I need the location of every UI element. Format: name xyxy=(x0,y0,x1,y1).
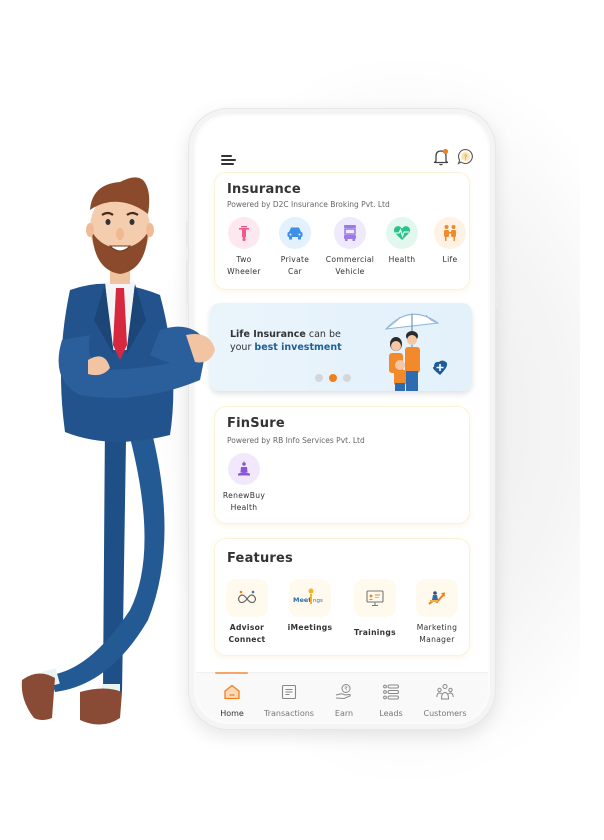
svg-text:?: ? xyxy=(464,153,468,161)
feature-marketing-manager[interactable]: Marketing Manager xyxy=(407,579,467,646)
car-icon xyxy=(279,217,311,249)
finsure-item-label: RenewBuy Health xyxy=(222,491,266,512)
insurance-card: Insurance Powered by D2C Insurance Broki… xyxy=(214,172,470,290)
carousel-dot[interactable] xyxy=(315,374,323,382)
promo-banner-carousel[interactable]: Life Insurance can be your best investme… xyxy=(210,303,472,391)
insurance-item-label: Private Car xyxy=(280,255,310,276)
banner-text: Life Insurance can be your best investme… xyxy=(230,329,342,353)
mascot-shoe xyxy=(21,673,55,720)
imeetings-logo-icon: Meet ngs xyxy=(289,579,331,617)
insurance-subtitle: Powered by D2C Insurance Broking Pvt. Lt… xyxy=(227,200,390,209)
finsure-renewbuy-health[interactable]: RenewBuy Health xyxy=(214,453,274,514)
help-chat-icon[interactable]: ? xyxy=(457,148,474,165)
insurance-item-label: Commercial Vehicle xyxy=(325,255,375,276)
family-umbrella-illustration xyxy=(384,312,448,391)
home-icon xyxy=(224,684,240,700)
hamburger-menu-icon[interactable] xyxy=(221,155,237,165)
people-group-icon xyxy=(436,684,454,700)
rupee-hand-icon: ₹ xyxy=(335,684,351,700)
phone-frame: ? Insurance Powered by D2C Insurance Bro… xyxy=(186,108,498,730)
feature-advisor-connect[interactable]: Advisor Connect xyxy=(217,579,277,646)
presentation-board-icon xyxy=(354,579,396,617)
businessman-mascot-illustration xyxy=(21,177,215,725)
feature-imeetings[interactable]: Meet ngs iMeetings xyxy=(280,579,340,634)
feature-label: Advisor Connect xyxy=(228,623,266,644)
meditation-icon xyxy=(228,453,260,485)
family-icon xyxy=(434,217,466,249)
top-bar: ? xyxy=(196,144,488,170)
svg-text:ngs: ngs xyxy=(313,598,323,604)
insurance-title: Insurance xyxy=(227,182,301,197)
mascot-shoe xyxy=(80,688,122,725)
nav-label: Leads xyxy=(379,709,403,718)
insurance-private-car[interactable]: Private Car xyxy=(265,217,325,278)
nav-leads[interactable]: Leads xyxy=(361,683,421,718)
finsure-subtitle: Powered by RB Info Services Pvt. Ltd xyxy=(227,436,365,445)
heart-pulse-icon xyxy=(386,217,418,249)
carousel-dot[interactable] xyxy=(343,374,351,382)
nav-customers[interactable]: Customers xyxy=(415,683,475,718)
svg-text:Meet: Meet xyxy=(293,596,311,604)
truck-icon xyxy=(334,217,366,249)
bottom-navigation: Home Transactions ₹ Earn Leads Customers xyxy=(196,672,488,722)
scooter-icon xyxy=(228,217,260,249)
finsure-title: FinSure xyxy=(227,416,285,431)
feature-label: Marketing Manager xyxy=(416,623,458,644)
insurance-item-label: Life xyxy=(442,255,458,264)
nav-transactions[interactable]: Transactions xyxy=(259,683,319,718)
insurance-commercial-vehicle[interactable]: Commercial Vehicle xyxy=(320,217,380,278)
notification-dot xyxy=(442,148,449,155)
finsure-card: FinSure Powered by RB Info Services Pvt.… xyxy=(214,406,470,524)
insurance-life[interactable]: Life xyxy=(420,217,480,266)
bell-icon[interactable] xyxy=(433,148,449,166)
carousel-dot-active[interactable] xyxy=(329,374,337,382)
carousel-dots xyxy=(315,374,351,382)
phone-power-button xyxy=(495,249,498,309)
feature-label: iMeetings xyxy=(287,623,333,632)
feature-label: Trainings xyxy=(354,628,396,637)
nav-label: Customers xyxy=(423,709,467,718)
document-list-icon xyxy=(281,684,297,700)
features-card: Features Advisor Connect Meet ngs iMeeting… xyxy=(214,538,470,656)
nav-label: Transactions xyxy=(264,709,314,718)
feature-trainings[interactable]: Trainings xyxy=(345,579,405,639)
growth-chart-icon xyxy=(416,579,458,617)
app-screen: ? Insurance Powered by D2C Insurance Bro… xyxy=(196,116,488,722)
features-title: Features xyxy=(227,551,293,566)
advisor-connect-icon xyxy=(226,579,268,617)
list-icon xyxy=(383,684,399,700)
svg-text:₹: ₹ xyxy=(344,686,348,693)
